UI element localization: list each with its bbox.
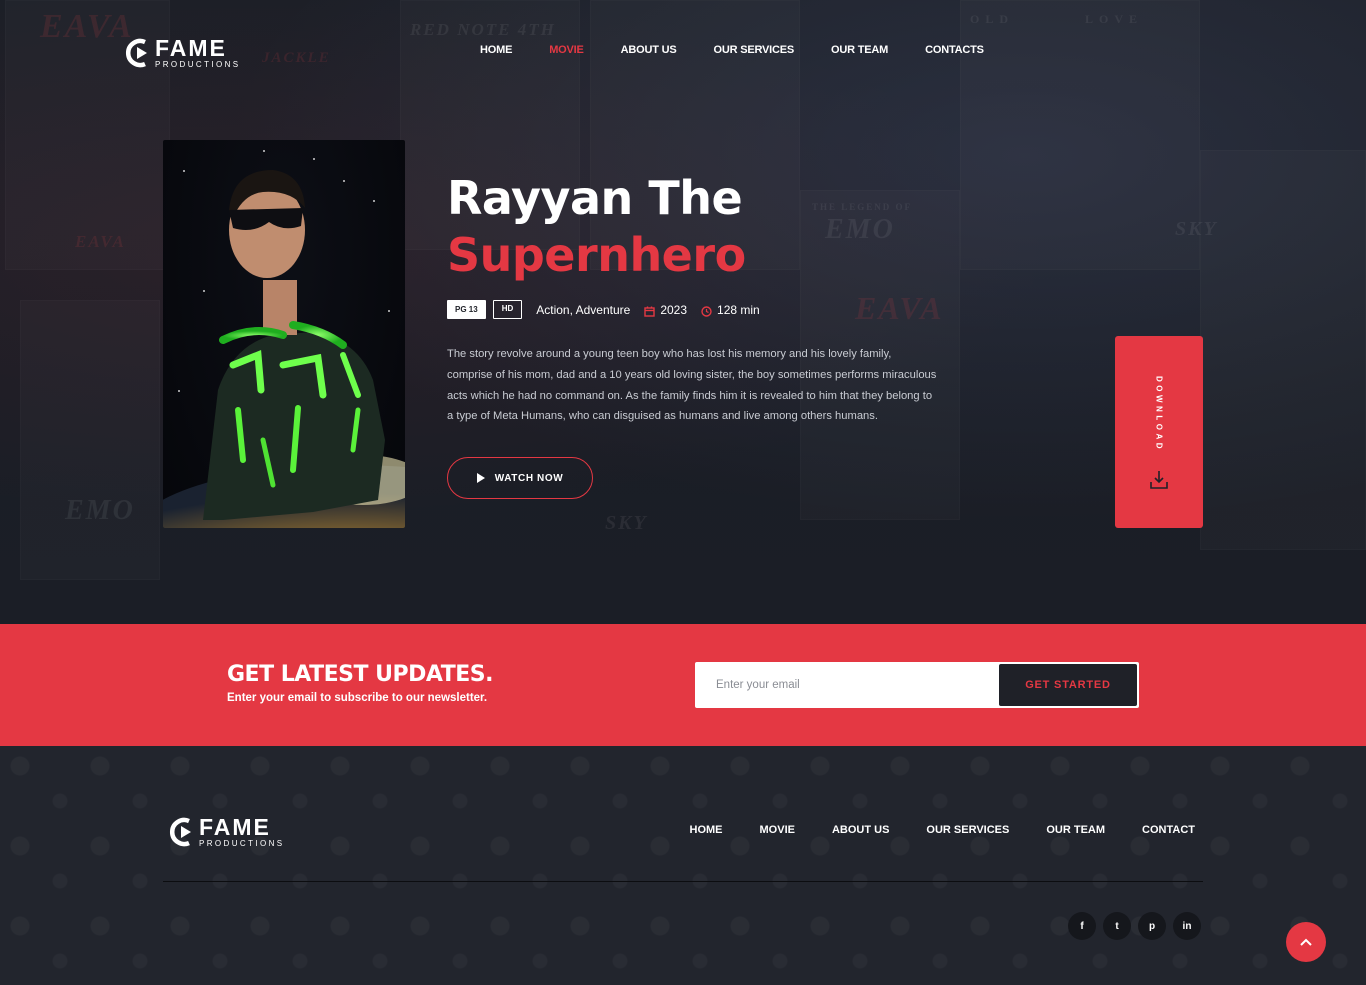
pinterest-icon[interactable]: p xyxy=(1138,912,1166,940)
movie-year: 2023 xyxy=(660,302,688,317)
hero-section: EAVA RED NOTE 4TH JACKLE OLD LOVE THE LE… xyxy=(0,0,1366,624)
social-links: f t p in xyxy=(1068,912,1208,940)
movie-genres: Action, Adventure xyxy=(536,302,631,317)
footer-nav-home[interactable]: HOME xyxy=(690,824,723,836)
back-to-top-button[interactable] xyxy=(1286,922,1326,962)
background-poster-text: EAVA xyxy=(855,290,944,326)
background-poster-text: LOVE xyxy=(1085,12,1144,26)
nav-contacts[interactable]: CONTACTS xyxy=(925,44,984,56)
brand-name: FAME xyxy=(199,814,271,840)
superhero-illustration xyxy=(163,170,405,528)
linkedin-icon[interactable]: in xyxy=(1173,912,1201,940)
movie-poster xyxy=(163,140,405,528)
brand-tagline: PRODUCTIONS xyxy=(199,839,285,848)
movie-title: Rayyan The Supernhero xyxy=(447,170,746,284)
clock-icon xyxy=(701,304,712,317)
chevron-up-icon xyxy=(1300,933,1312,951)
background-poster xyxy=(960,0,1200,270)
get-started-button[interactable]: GET STARTED xyxy=(999,664,1137,706)
background-poster-text: SKY xyxy=(1175,218,1218,240)
brand-name: FAME xyxy=(155,35,227,61)
background-poster-text: EMO xyxy=(825,214,895,245)
nav-movie[interactable]: MOVIE xyxy=(549,44,584,56)
background-poster-text: THE LEGEND OF xyxy=(812,202,913,212)
background-poster xyxy=(1200,150,1366,550)
nav-home[interactable]: HOME xyxy=(480,44,512,56)
footer-nav-contact[interactable]: CONTACT xyxy=(1142,824,1195,836)
quality-badge: HD xyxy=(492,300,523,319)
background-poster-text: SKY xyxy=(605,512,648,534)
fame-logo-icon xyxy=(125,38,153,68)
footer-nav-our-services[interactable]: OUR SERVICES xyxy=(926,824,1009,836)
movie-meta: PG 13 HD Action, Adventure 2023 128 min xyxy=(447,300,760,319)
movie-description: The story revolve around a young teen bo… xyxy=(447,348,937,423)
email-input[interactable] xyxy=(695,662,999,708)
download-icon xyxy=(1150,470,1168,495)
footer-divider xyxy=(163,881,1203,882)
nav-about-us[interactable]: ABOUT US xyxy=(621,44,677,56)
footer: FAME PRODUCTIONS HOME MOVIE ABOUT US OUR… xyxy=(0,746,1366,985)
background-poster-text: JACKLE xyxy=(262,50,331,66)
background-poster-text: EMO xyxy=(65,495,135,526)
download-button[interactable]: DOWNLOAD xyxy=(1115,336,1203,528)
background-poster-text: OLD xyxy=(970,12,1015,26)
download-label: DOWNLOAD xyxy=(1154,376,1164,452)
play-icon xyxy=(476,473,485,483)
background-poster xyxy=(20,300,160,580)
background-poster-text: RED NOTE 4TH xyxy=(410,20,556,39)
facebook-icon[interactable]: f xyxy=(1068,912,1096,940)
background-poster-text: EAVA xyxy=(75,232,126,251)
background-poster-text: EAVA xyxy=(40,8,134,45)
nav-our-team[interactable]: OUR TEAM xyxy=(831,44,888,56)
brand-logo[interactable]: FAME PRODUCTIONS xyxy=(125,37,241,69)
nav-our-services[interactable]: OUR SERVICES xyxy=(714,44,795,56)
footer-nav-about-us[interactable]: ABOUT US xyxy=(832,824,889,836)
movie-title-line-2: Supernhero xyxy=(447,228,746,282)
newsletter-subtitle: Enter your email to subscribe to our new… xyxy=(227,692,488,704)
newsletter-form: GET STARTED xyxy=(695,662,1139,708)
brand-tagline: PRODUCTIONS xyxy=(155,60,241,69)
footer-nav-movie[interactable]: MOVIE xyxy=(760,824,795,836)
watch-now-label: WATCH NOW xyxy=(494,472,564,484)
fame-logo-icon xyxy=(169,817,197,847)
rating-badge: PG 13 xyxy=(447,300,486,319)
newsletter-title: GET LATEST UPDATES. xyxy=(227,662,493,687)
footer-navigation: HOME MOVIE ABOUT US OUR SERVICES OUR TEA… xyxy=(653,824,1195,836)
watch-now-button[interactable]: WATCH NOW xyxy=(447,457,593,499)
newsletter-section: GET LATEST UPDATES. Enter your email to … xyxy=(0,624,1366,746)
footer-nav-our-team[interactable]: OUR TEAM xyxy=(1046,824,1105,836)
footer-brand-logo[interactable]: FAME PRODUCTIONS xyxy=(169,816,285,848)
twitter-icon[interactable]: t xyxy=(1103,912,1131,940)
movie-title-line-1: Rayyan The xyxy=(447,171,743,225)
movie-duration: 128 min xyxy=(717,302,760,317)
main-navigation: HOME MOVIE ABOUT US OUR SERVICES OUR TEA… xyxy=(480,44,1021,56)
calendar-icon xyxy=(644,304,656,317)
